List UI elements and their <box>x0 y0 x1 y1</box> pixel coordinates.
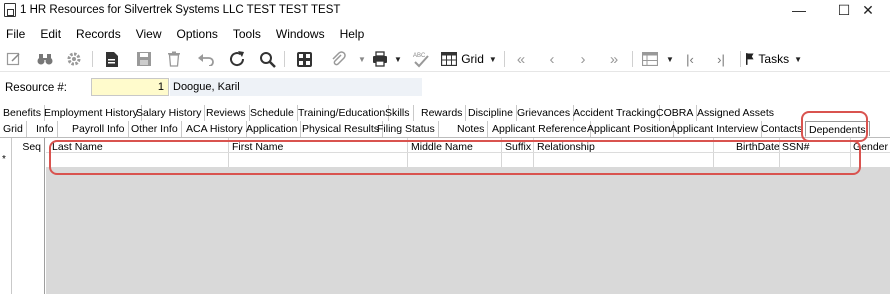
first-record-icon[interactable]: « <box>511 48 531 70</box>
edit-icon[interactable] <box>4 48 24 70</box>
chevron-down-icon: ▼ <box>488 54 497 64</box>
last-page-icon[interactable]: ›| <box>712 48 730 70</box>
new-document-icon[interactable] <box>102 48 122 70</box>
app-icon <box>4 3 16 17</box>
chevron-down-icon[interactable]: ▼ <box>664 48 676 70</box>
delete-icon[interactable] <box>164 48 184 70</box>
tab-other-info[interactable]: Other Info <box>128 121 182 137</box>
tab-physical-results[interactable]: Physical Results <box>299 121 384 137</box>
grid-header-highlight <box>49 140 861 175</box>
menu-records[interactable]: Records <box>76 27 121 41</box>
last-record-icon[interactable]: » <box>604 48 624 70</box>
refresh-icon[interactable] <box>226 48 248 70</box>
menu-tools[interactable]: Tools <box>233 27 261 41</box>
tab-skills[interactable]: Skills <box>382 105 414 121</box>
tab-contacts[interactable]: Contacts <box>758 121 807 137</box>
title-bar: 1 HR Resources for Silvertrek Systems LL… <box>0 0 890 22</box>
tab-accident-tracking[interactable]: Accident Tracking <box>570 105 660 121</box>
search-icon[interactable] <box>256 48 278 70</box>
menu-bar: File Edit Records View Options Tools Win… <box>0 24 890 44</box>
tab-cobra[interactable]: COBRA <box>653 105 698 121</box>
tab-grievances[interactable]: Grievances <box>514 105 575 121</box>
menu-file[interactable]: File <box>6 27 25 41</box>
save-icon[interactable] <box>134 48 154 70</box>
tab-salary-history[interactable]: Salary History <box>133 105 206 121</box>
resource-number-field[interactable]: 1 <box>91 78 169 96</box>
seq-column: Seq <box>12 138 45 294</box>
undo-icon[interactable] <box>195 48 217 70</box>
tab-benefits[interactable]: Benefits <box>0 105 45 121</box>
resource-row: Resource #: 1 Doogue, Karil <box>0 78 890 98</box>
tab-assigned-assets[interactable]: Assigned Assets <box>694 105 777 121</box>
tab-row-1: Benefits Employment History Salary Histo… <box>0 105 890 121</box>
tab-applicant-position[interactable]: Applicant Position <box>584 121 675 137</box>
grid-view-button[interactable]: Grid ▼ <box>440 48 498 70</box>
chevron-down-icon: ▼ <box>794 54 802 64</box>
tab-info[interactable]: Info <box>33 121 58 137</box>
menu-help[interactable]: Help <box>340 27 365 41</box>
resource-name-field: Doogue, Karil <box>170 78 422 96</box>
next-record-icon[interactable]: › <box>574 48 592 70</box>
toolbar-separator <box>504 51 505 67</box>
tab-application[interactable]: Application <box>243 121 302 137</box>
previous-record-icon[interactable]: ‹ <box>543 48 561 70</box>
chevron-down-icon[interactable]: ▼ <box>392 48 404 70</box>
print-icon[interactable] <box>370 48 390 70</box>
tasks-label: Tasks <box>758 52 790 66</box>
tab-row-2: Grid Info Payroll Info Other Info ACA Hi… <box>0 121 890 137</box>
tab-aca-history[interactable]: ACA History <box>183 121 247 137</box>
new-row-marker[interactable]: * <box>2 154 6 165</box>
minimize-button[interactable]: — <box>776 0 822 22</box>
tab-reviews[interactable]: Reviews <box>203 105 250 121</box>
tab-notes[interactable]: Notes <box>454 121 489 137</box>
tab-rewards[interactable]: Rewards <box>418 105 467 121</box>
column-header-seq[interactable]: Seq <box>12 141 41 153</box>
menu-view[interactable]: View <box>136 27 162 41</box>
tab-filing-status[interactable]: Filing Status <box>374 121 439 137</box>
chevron-down-icon[interactable]: ▼ <box>356 48 368 70</box>
grid-view-label: Grid <box>461 52 484 66</box>
tasks-button[interactable]: Tasks ▼ <box>746 48 802 70</box>
resource-number-label: Resource #: <box>5 82 68 94</box>
tab-payroll-info[interactable]: Payroll Info <box>69 121 129 137</box>
window-title: 1 HR Resources for Silvertrek Systems LL… <box>20 4 341 16</box>
row-selector-column: * <box>0 138 12 294</box>
menu-edit[interactable]: Edit <box>40 27 61 41</box>
binoculars-icon[interactable] <box>34 48 56 70</box>
tab-discipline[interactable]: Discipline <box>465 105 517 121</box>
tab-grid[interactable]: Grid <box>0 121 27 137</box>
attachment-icon[interactable] <box>328 48 348 70</box>
dependents-tab-highlight <box>801 111 868 142</box>
first-page-icon[interactable]: |‹ <box>681 48 699 70</box>
tab-training-education[interactable]: Training/Education <box>295 105 390 121</box>
toolbar: ▼ ▼ ABC Grid ▼ « ‹ › » ▼ |‹ ›| Tasks ▼ <box>0 46 890 72</box>
menu-windows[interactable]: Windows <box>276 27 325 41</box>
tab-employment-history[interactable]: Employment History <box>41 105 142 121</box>
tab-applicant-reference[interactable]: Applicant Reference <box>489 121 591 137</box>
gear-icon[interactable] <box>64 48 84 70</box>
tab-applicant-interview[interactable]: Applicant Interview <box>667 121 763 137</box>
svg-text:ABC: ABC <box>413 53 426 59</box>
toolbar-separator <box>740 51 741 67</box>
close-button[interactable]: ✕ <box>845 0 890 22</box>
toolbar-separator <box>284 51 285 67</box>
spellcheck-icon[interactable]: ABC <box>410 48 432 70</box>
layout-icon[interactable] <box>294 48 314 70</box>
list-layout-icon[interactable] <box>640 48 660 70</box>
menu-options[interactable]: Options <box>177 27 218 41</box>
toolbar-separator <box>92 51 93 67</box>
tab-schedule[interactable]: Schedule <box>247 105 298 121</box>
toolbar-separator <box>632 51 633 67</box>
